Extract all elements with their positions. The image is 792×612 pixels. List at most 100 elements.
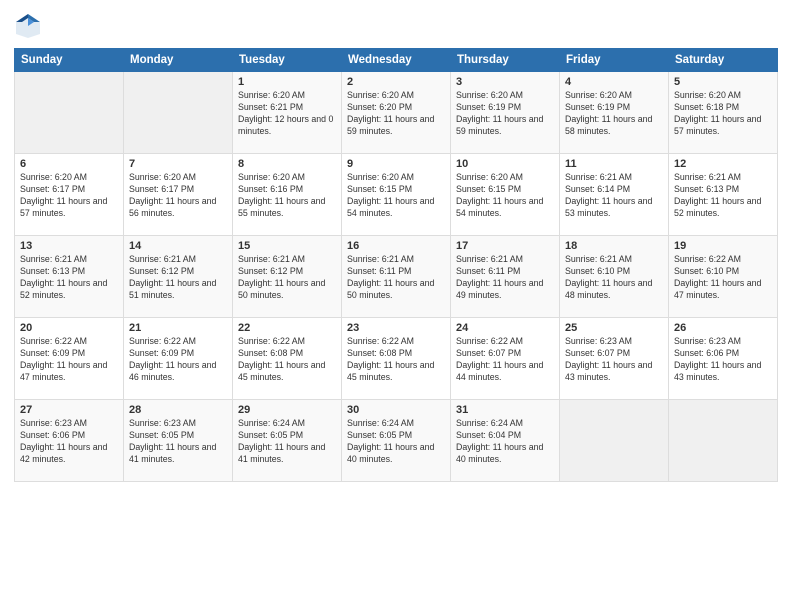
calendar-cell: 19 Sunrise: 6:22 AMSunset: 6:10 PMDayligh…: [669, 236, 778, 318]
day-number: 25: [565, 322, 663, 334]
cell-info: Sunrise: 6:24 AMSunset: 6:05 PMDaylight:…: [347, 418, 434, 464]
day-number: 22: [238, 322, 336, 334]
calendar-cell: 4 Sunrise: 6:20 AMSunset: 6:19 PMDaylight…: [560, 72, 669, 154]
calendar-cell: 24 Sunrise: 6:22 AMSunset: 6:07 PMDayligh…: [451, 318, 560, 400]
cell-info: Sunrise: 6:20 AMSunset: 6:15 PMDaylight:…: [347, 172, 434, 218]
calendar-week-row: 1 Sunrise: 6:20 AMSunset: 6:21 PMDaylight…: [15, 72, 778, 154]
day-number: 6: [20, 158, 118, 170]
weekday-header: Tuesday: [233, 49, 342, 72]
day-number: 8: [238, 158, 336, 170]
cell-info: Sunrise: 6:20 AMSunset: 6:15 PMDaylight:…: [456, 172, 543, 218]
weekday-header: Wednesday: [342, 49, 451, 72]
day-number: 17: [456, 240, 554, 252]
day-number: 15: [238, 240, 336, 252]
calendar-cell: 3 Sunrise: 6:20 AMSunset: 6:19 PMDaylight…: [451, 72, 560, 154]
day-number: 30: [347, 404, 445, 416]
cell-info: Sunrise: 6:22 AMSunset: 6:07 PMDaylight:…: [456, 336, 543, 382]
day-number: 5: [674, 76, 772, 88]
cell-info: Sunrise: 6:21 AMSunset: 6:11 PMDaylight:…: [347, 254, 434, 300]
calendar-week-row: 6 Sunrise: 6:20 AMSunset: 6:17 PMDaylight…: [15, 154, 778, 236]
cell-info: Sunrise: 6:23 AMSunset: 6:07 PMDaylight:…: [565, 336, 652, 382]
calendar-cell: 25 Sunrise: 6:23 AMSunset: 6:07 PMDayligh…: [560, 318, 669, 400]
day-number: 31: [456, 404, 554, 416]
day-number: 18: [565, 240, 663, 252]
day-number: 3: [456, 76, 554, 88]
cell-info: Sunrise: 6:23 AMSunset: 6:05 PMDaylight:…: [129, 418, 216, 464]
cell-info: Sunrise: 6:23 AMSunset: 6:06 PMDaylight:…: [20, 418, 107, 464]
calendar-cell: 1 Sunrise: 6:20 AMSunset: 6:21 PMDaylight…: [233, 72, 342, 154]
calendar-cell: 22Sunrise: 6:22 AMSunset: 6:08 PMDayligh…: [233, 318, 342, 400]
weekday-header: Thursday: [451, 49, 560, 72]
calendar-cell: 17 Sunrise: 6:21 AMSunset: 6:11 PMDayligh…: [451, 236, 560, 318]
day-number: 2: [347, 76, 445, 88]
cell-info: Sunrise: 6:22 AMSunset: 6:09 PMDaylight:…: [129, 336, 216, 382]
weekday-header-row: SundayMondayTuesdayWednesdayThursdayFrid…: [15, 49, 778, 72]
day-number: 7: [129, 158, 227, 170]
day-number: 27: [20, 404, 118, 416]
weekday-header: Sunday: [15, 49, 124, 72]
calendar-cell: 13 Sunrise: 6:21 AMSunset: 6:13 PMDayligh…: [15, 236, 124, 318]
cell-info: Sunrise: 6:21 AMSunset: 6:13 PMDaylight:…: [674, 172, 761, 218]
cell-info: Sunrise: 6:20 AMSunset: 6:16 PMDaylight:…: [238, 172, 325, 218]
calendar-cell: 2 Sunrise: 6:20 AMSunset: 6:20 PMDaylight…: [342, 72, 451, 154]
calendar-cell: [15, 72, 124, 154]
cell-info: Sunrise: 6:20 AMSunset: 6:20 PMDaylight:…: [347, 90, 434, 136]
weekday-header: Saturday: [669, 49, 778, 72]
cell-info: Sunrise: 6:20 AMSunset: 6:21 PMDaylight:…: [238, 90, 333, 136]
calendar-cell: 16 Sunrise: 6:21 AMSunset: 6:11 PMDayligh…: [342, 236, 451, 318]
day-number: 12: [674, 158, 772, 170]
calendar-cell: 12 Sunrise: 6:21 AMSunset: 6:13 PMDayligh…: [669, 154, 778, 236]
calendar-week-row: 13 Sunrise: 6:21 AMSunset: 6:13 PMDayligh…: [15, 236, 778, 318]
calendar-cell: 31 Sunrise: 6:24 AMSunset: 6:04 PMDayligh…: [451, 400, 560, 482]
day-number: 9: [347, 158, 445, 170]
day-number: 23: [347, 322, 445, 334]
calendar-cell: 28 Sunrise: 6:23 AMSunset: 6:05 PMDayligh…: [124, 400, 233, 482]
calendar-cell: 20Sunrise: 6:22 AMSunset: 6:09 PMDayligh…: [15, 318, 124, 400]
calendar-cell: 5Sunrise: 6:20 AMSunset: 6:18 PMDaylight…: [669, 72, 778, 154]
calendar-cell: 29 Sunrise: 6:24 AMSunset: 6:05 PMDayligh…: [233, 400, 342, 482]
day-number: 29: [238, 404, 336, 416]
cell-info: Sunrise: 6:21 AMSunset: 6:13 PMDaylight:…: [20, 254, 107, 300]
day-number: 11: [565, 158, 663, 170]
logo: [14, 12, 46, 40]
cell-info: Sunrise: 6:21 AMSunset: 6:12 PMDaylight:…: [238, 254, 325, 300]
calendar-week-row: 20Sunrise: 6:22 AMSunset: 6:09 PMDayligh…: [15, 318, 778, 400]
cell-info: Sunrise: 6:22 AMSunset: 6:09 PMDaylight:…: [20, 336, 107, 382]
cell-info: Sunrise: 6:22 AMSunset: 6:10 PMDaylight:…: [674, 254, 761, 300]
day-number: 24: [456, 322, 554, 334]
day-number: 1: [238, 76, 336, 88]
day-number: 21: [129, 322, 227, 334]
weekday-header: Friday: [560, 49, 669, 72]
day-number: 19: [674, 240, 772, 252]
day-number: 28: [129, 404, 227, 416]
calendar-cell: 23 Sunrise: 6:22 AMSunset: 6:08 PMDayligh…: [342, 318, 451, 400]
day-number: 13: [20, 240, 118, 252]
day-number: 4: [565, 76, 663, 88]
cell-info: Sunrise: 6:20 AMSunset: 6:17 PMDaylight:…: [129, 172, 216, 218]
day-number: 16: [347, 240, 445, 252]
cell-info: Sunrise: 6:23 AMSunset: 6:06 PMDaylight:…: [674, 336, 761, 382]
cell-info: Sunrise: 6:20 AMSunset: 6:19 PMDaylight:…: [565, 90, 652, 136]
cell-info: Sunrise: 6:20 AMSunset: 6:17 PMDaylight:…: [20, 172, 107, 218]
calendar-cell: [560, 400, 669, 482]
calendar-cell: 14Sunrise: 6:21 AMSunset: 6:12 PMDayligh…: [124, 236, 233, 318]
calendar-cell: [124, 72, 233, 154]
calendar-cell: [669, 400, 778, 482]
cell-info: Sunrise: 6:20 AMSunset: 6:19 PMDaylight:…: [456, 90, 543, 136]
cell-info: Sunrise: 6:24 AMSunset: 6:04 PMDaylight:…: [456, 418, 543, 464]
cell-info: Sunrise: 6:22 AMSunset: 6:08 PMDaylight:…: [347, 336, 434, 382]
calendar-cell: 15 Sunrise: 6:21 AMSunset: 6:12 PMDayligh…: [233, 236, 342, 318]
header: [14, 12, 778, 40]
cell-info: Sunrise: 6:21 AMSunset: 6:11 PMDaylight:…: [456, 254, 543, 300]
cell-info: Sunrise: 6:21 AMSunset: 6:12 PMDaylight:…: [129, 254, 216, 300]
calendar-cell: 6 Sunrise: 6:20 AMSunset: 6:17 PMDaylight…: [15, 154, 124, 236]
calendar-table: SundayMondayTuesdayWednesdayThursdayFrid…: [14, 48, 778, 482]
cell-info: Sunrise: 6:24 AMSunset: 6:05 PMDaylight:…: [238, 418, 325, 464]
calendar-cell: 9 Sunrise: 6:20 AMSunset: 6:15 PMDaylight…: [342, 154, 451, 236]
calendar-cell: 7 Sunrise: 6:20 AMSunset: 6:17 PMDaylight…: [124, 154, 233, 236]
calendar-cell: 27 Sunrise: 6:23 AMSunset: 6:06 PMDayligh…: [15, 400, 124, 482]
calendar-week-row: 27 Sunrise: 6:23 AMSunset: 6:06 PMDayligh…: [15, 400, 778, 482]
calendar-cell: 26Sunrise: 6:23 AMSunset: 6:06 PMDayligh…: [669, 318, 778, 400]
cell-info: Sunrise: 6:21 AMSunset: 6:14 PMDaylight:…: [565, 172, 652, 218]
calendar-cell: 30 Sunrise: 6:24 AMSunset: 6:05 PMDayligh…: [342, 400, 451, 482]
